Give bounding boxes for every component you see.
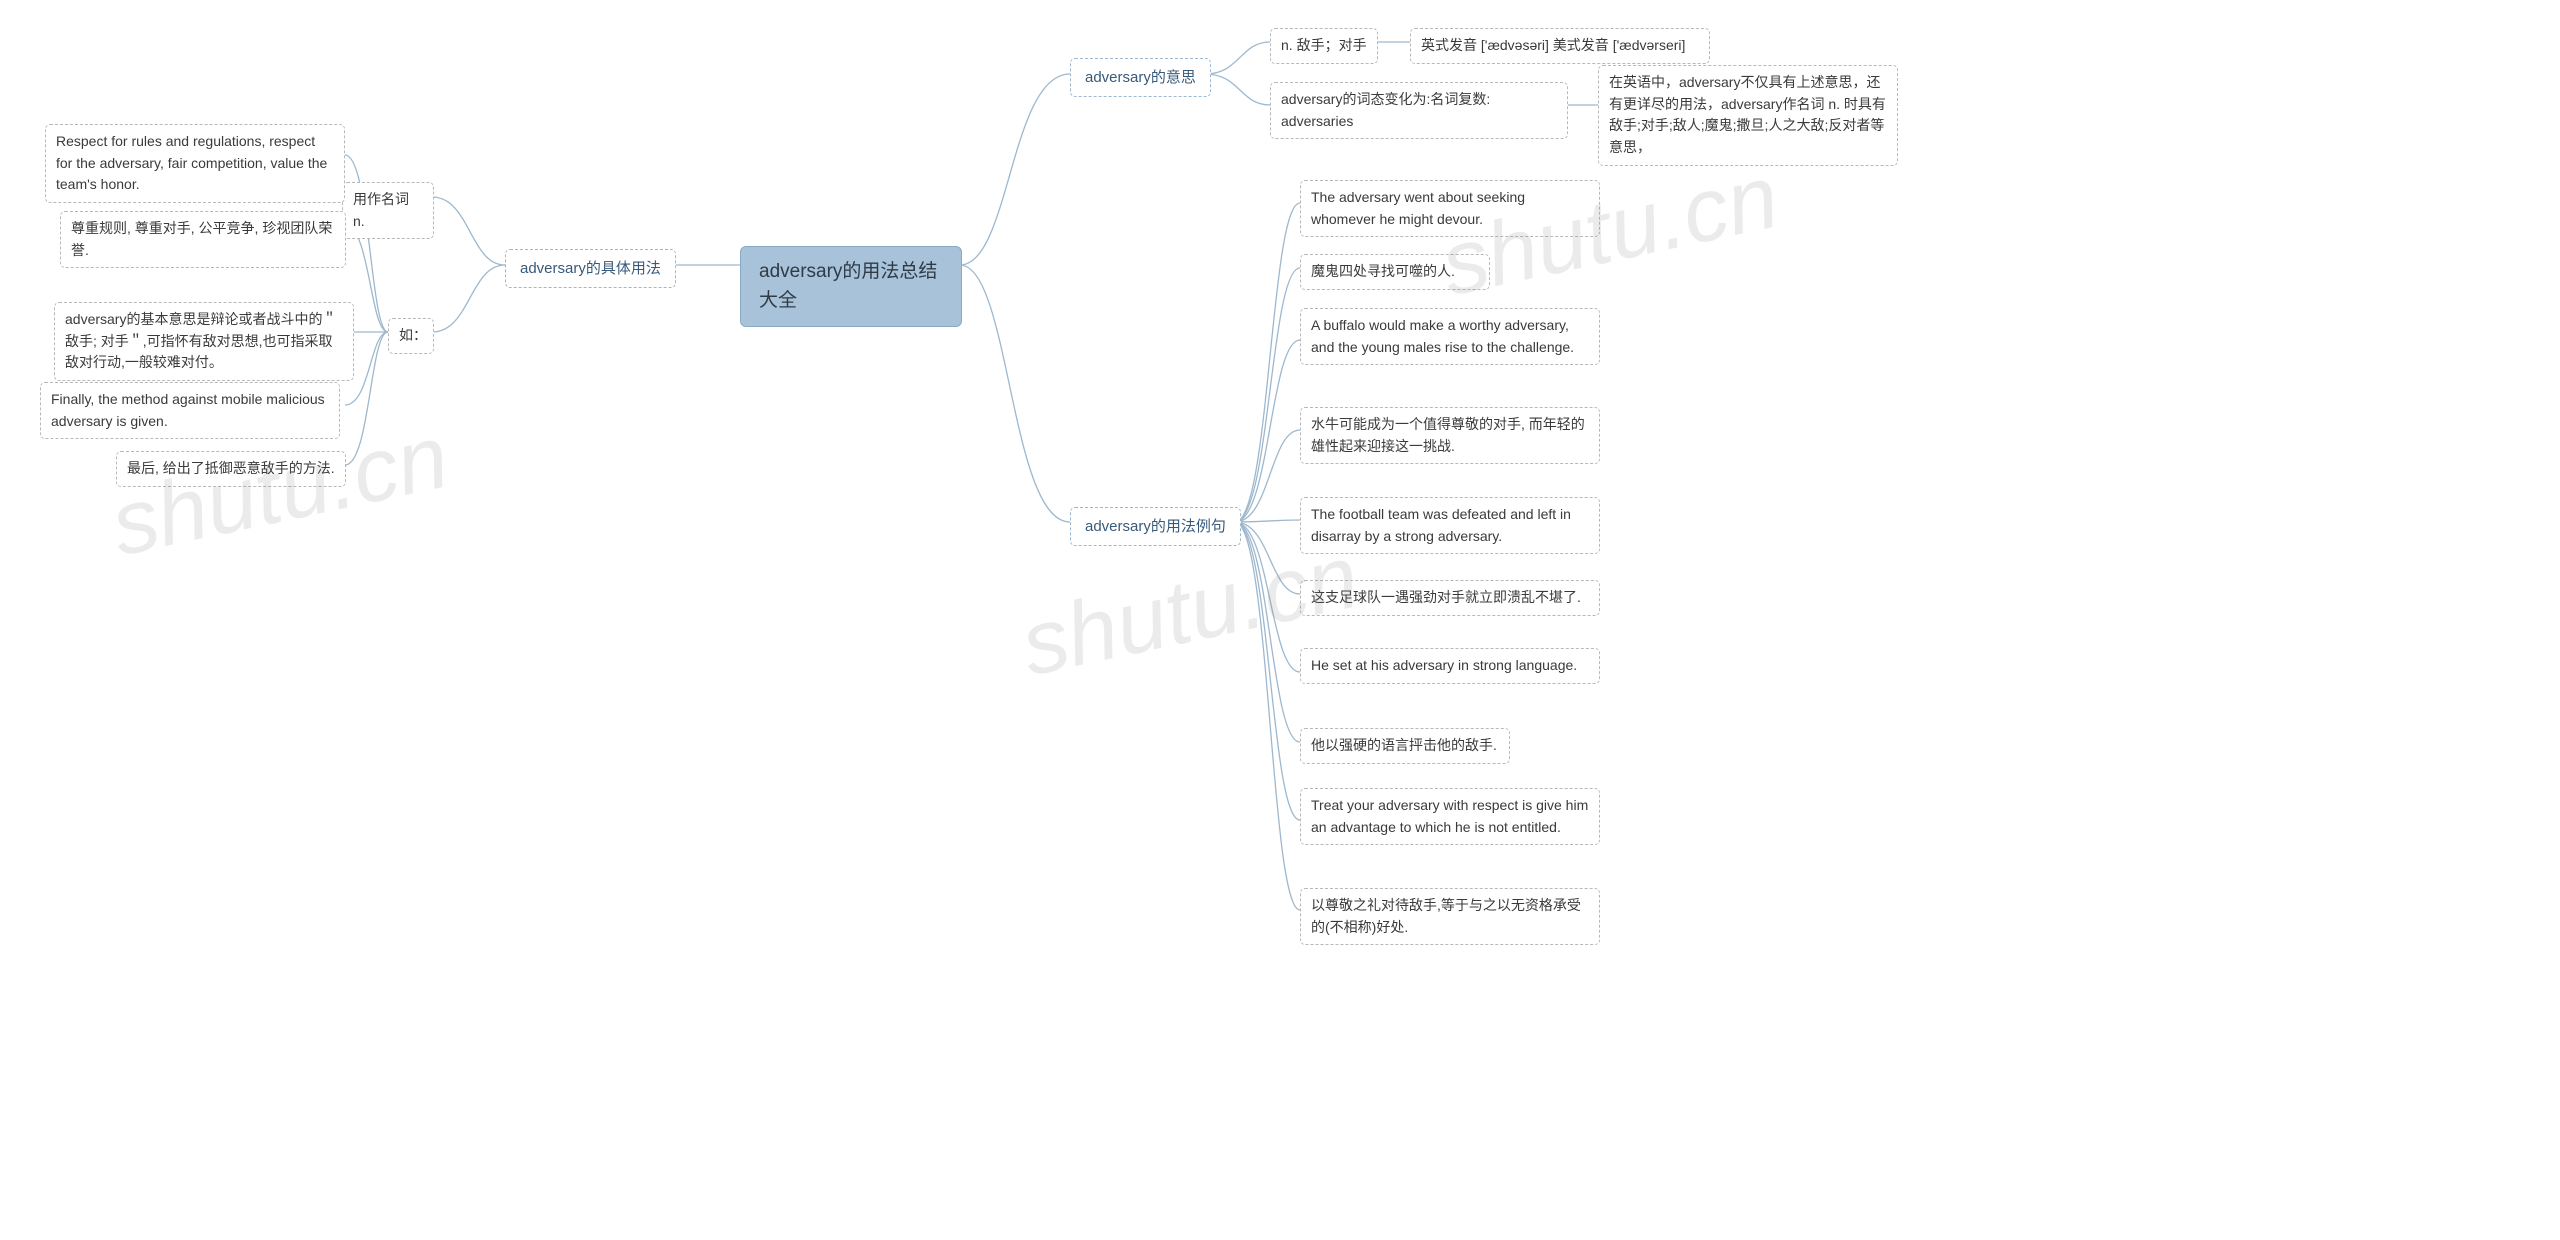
branch-meaning-label: adversary的意思: [1085, 66, 1196, 89]
branch-meaning[interactable]: adversary的意思: [1070, 58, 1211, 97]
leaf-example[interactable]: 水牛可能成为一个值得尊敬的对手, 而年轻的雄性起来迎接这一挑战.: [1300, 407, 1600, 464]
branch-usage-label: adversary的具体用法: [520, 257, 661, 280]
leaf-text: n. 敌手；对手: [1281, 35, 1367, 57]
leaf-meaning-pos[interactable]: n. 敌手；对手: [1270, 28, 1378, 64]
leaf-example[interactable]: The football team was defeated and left …: [1300, 497, 1600, 554]
leaf-text: 英式发音 ['ædvəsəri] 美式发音 ['ædvərseri]: [1421, 35, 1685, 57]
leaf-text: adversary的基本意思是辩论或者战斗中的＂敌手; 对手＂,可指怀有敌对思想…: [65, 309, 343, 374]
leaf-usage-item[interactable]: Respect for rules and regulations, respe…: [45, 124, 345, 203]
leaf-text: 以尊敬之礼对待敌手,等于与之以无资格承受的(不相称)好处.: [1311, 895, 1589, 938]
leaf-text: 在英语中，adversary不仅具有上述意思，还有更详尽的用法，adversar…: [1609, 72, 1887, 159]
leaf-text: 水牛可能成为一个值得尊敬的对手, 而年轻的雄性起来迎接这一挑战.: [1311, 414, 1589, 457]
leaf-example[interactable]: Treat your adversary with respect is giv…: [1300, 788, 1600, 845]
leaf-text: 最后, 给出了抵御恶意敌手的方法.: [127, 458, 335, 480]
leaf-text: The football team was defeated and left …: [1311, 504, 1589, 547]
mindmap-canvas: adversary的用法总结大全 adversary的意思 n. 敌手；对手 英…: [0, 0, 2560, 1240]
branch-examples[interactable]: adversary的用法例句: [1070, 507, 1241, 546]
leaf-usage-item[interactable]: 尊重规则, 尊重对手, 公平竞争, 珍视团队荣誉.: [60, 211, 346, 268]
leaf-example[interactable]: A buffalo would make a worthy adversary,…: [1300, 308, 1600, 365]
leaf-text: Respect for rules and regulations, respe…: [56, 131, 334, 196]
leaf-meaning-pron[interactable]: 英式发音 ['ædvəsəri] 美式发音 ['ædvərseri]: [1410, 28, 1710, 64]
leaf-usage-noun[interactable]: 用作名词 n.: [342, 182, 434, 239]
branch-usage[interactable]: adversary的具体用法: [505, 249, 676, 288]
leaf-usage-eg[interactable]: 如：: [388, 318, 434, 354]
leaf-example[interactable]: 这支足球队一遇强劲对手就立即溃乱不堪了.: [1300, 580, 1600, 616]
leaf-text: Treat your adversary with respect is giv…: [1311, 795, 1589, 838]
branch-examples-label: adversary的用法例句: [1085, 515, 1226, 538]
leaf-example[interactable]: He set at his adversary in strong langua…: [1300, 648, 1600, 684]
leaf-text: A buffalo would make a worthy adversary,…: [1311, 315, 1589, 358]
leaf-text: 尊重规则, 尊重对手, 公平竞争, 珍视团队荣誉.: [71, 218, 335, 261]
root-label: adversary的用法总结大全: [759, 257, 943, 316]
leaf-example[interactable]: 以尊敬之礼对待敌手,等于与之以无资格承受的(不相称)好处.: [1300, 888, 1600, 945]
leaf-text: 这支足球队一遇强劲对手就立即溃乱不堪了.: [1311, 587, 1581, 609]
leaf-text: Finally, the method against mobile malic…: [51, 389, 329, 432]
leaf-meaning-extended[interactable]: 在英语中，adversary不仅具有上述意思，还有更详尽的用法，adversar…: [1598, 65, 1898, 166]
leaf-text: 用作名词 n.: [353, 189, 423, 232]
leaf-text: 魔鬼四处寻找可噬的人.: [1311, 261, 1455, 283]
leaf-text: He set at his adversary in strong langua…: [1311, 655, 1577, 677]
leaf-text: 他以强硬的语言抨击他的敌手.: [1311, 735, 1497, 757]
root-node[interactable]: adversary的用法总结大全: [740, 246, 962, 327]
leaf-usage-item[interactable]: 最后, 给出了抵御恶意敌手的方法.: [116, 451, 346, 487]
leaf-meaning-inflection[interactable]: adversary的词态变化为:名词复数: adversaries: [1270, 82, 1568, 139]
leaf-usage-desc[interactable]: adversary的基本意思是辩论或者战斗中的＂敌手; 对手＂,可指怀有敌对思想…: [54, 302, 354, 381]
leaf-text: The adversary went about seeking whomeve…: [1311, 187, 1589, 230]
leaf-example[interactable]: 魔鬼四处寻找可噬的人.: [1300, 254, 1490, 290]
leaf-example[interactable]: The adversary went about seeking whomeve…: [1300, 180, 1600, 237]
leaf-example[interactable]: 他以强硬的语言抨击他的敌手.: [1300, 728, 1510, 764]
leaf-text: 如：: [399, 325, 427, 347]
leaf-text: adversary的词态变化为:名词复数: adversaries: [1281, 89, 1557, 132]
leaf-usage-item[interactable]: Finally, the method against mobile malic…: [40, 382, 340, 439]
